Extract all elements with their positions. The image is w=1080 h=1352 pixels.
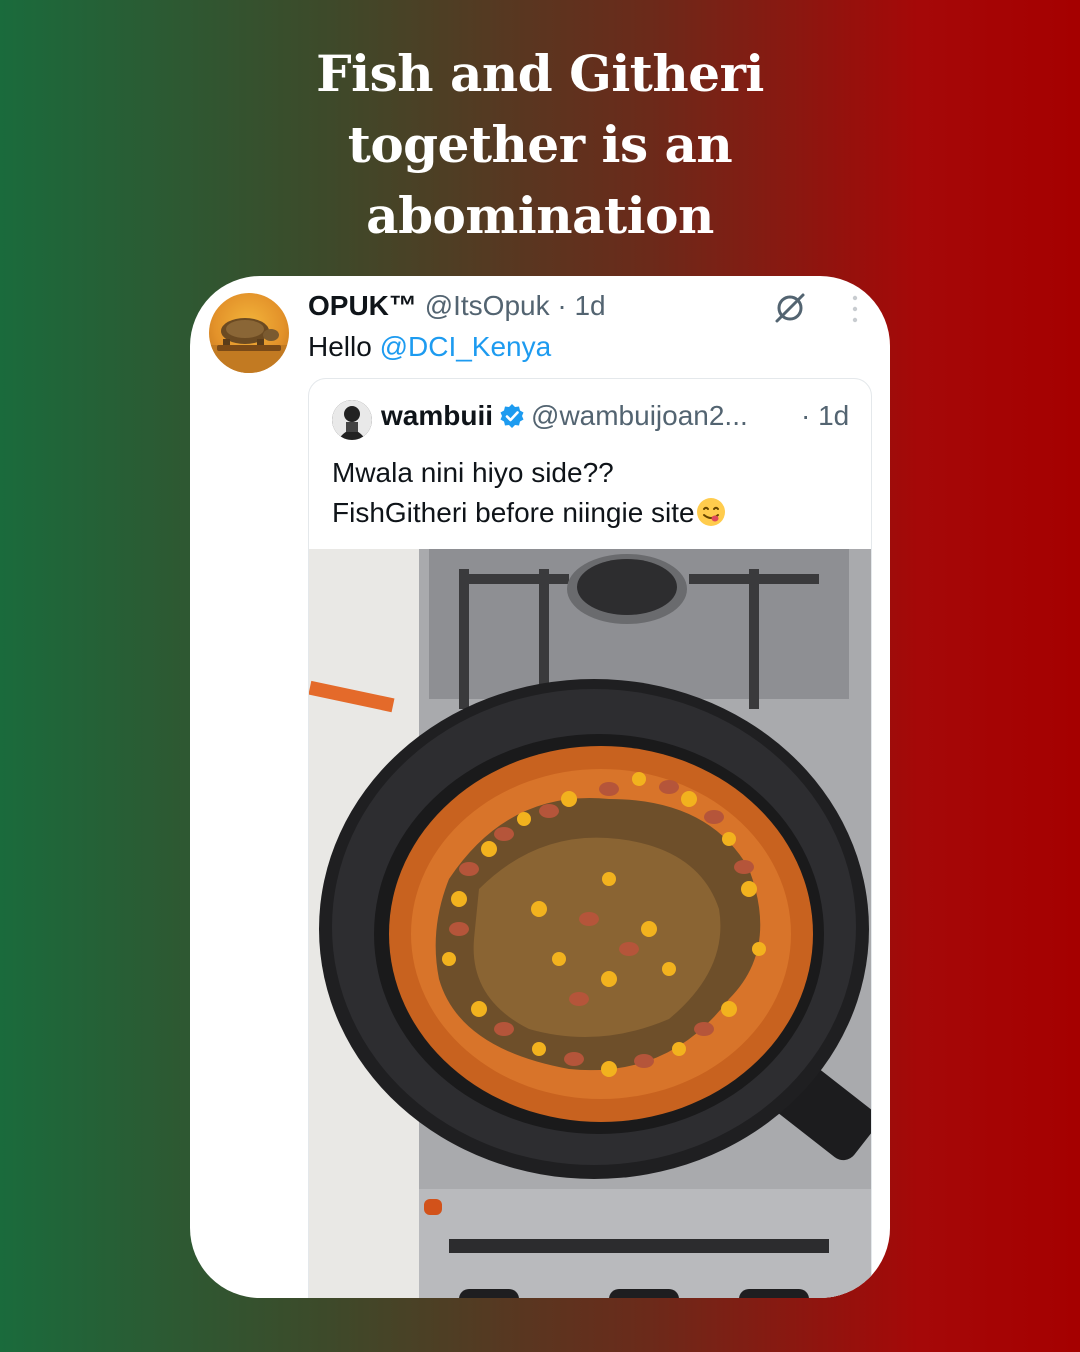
quoted-author-name[interactable]: wambuii	[381, 400, 493, 431]
headline-line-3: abomination	[366, 186, 714, 245]
verified-badge-icon	[500, 404, 524, 428]
headline-line-2: together is an	[347, 115, 733, 174]
quoted-tweet-text: Mwala nini hiyo side?? FishGitheri befor…	[332, 453, 727, 533]
author-avatar[interactable]	[209, 293, 289, 373]
tortoise-avatar-image	[209, 318, 289, 373]
headline: Fish and Githeri together is an abominat…	[0, 38, 1080, 251]
more-icon[interactable]	[850, 294, 860, 324]
tweet-text-prefix: Hello	[308, 331, 380, 362]
tweet-card[interactable]: OPUK™ @ItsOpuk · 1d Hello @DCI_Kenya wam…	[190, 276, 890, 1298]
quoted-text-line-1: Mwala nini hiyo side??	[332, 457, 614, 488]
tweet-photo[interactable]	[309, 549, 871, 1298]
quoted-tweet[interactable]: wambuii @wambuijoan2... · 1d Mwala nini …	[308, 378, 872, 1298]
mention-link[interactable]: @DCI_Kenya	[380, 331, 552, 362]
quoted-author-handle[interactable]: @wambuijoan2...	[531, 400, 748, 431]
quoted-text-line-2-wrap: FishGitheri before niingie site	[332, 493, 727, 533]
quoted-text-line-2: FishGitheri before niingie site	[332, 497, 695, 528]
fish-githeri-pan-photo	[309, 549, 871, 1298]
quoted-tweet-time[interactable]: · 1d	[801, 400, 849, 432]
headline-line-1: Fish and Githeri	[316, 44, 764, 103]
author-handle[interactable]: @ItsOpuk	[425, 290, 550, 321]
tweet-time[interactable]: · 1d	[557, 290, 605, 321]
tweet-header: OPUK™ @ItsOpuk · 1d	[308, 290, 606, 322]
quoted-header: wambuii @wambuijoan2...	[381, 400, 748, 432]
grok-icon[interactable]	[772, 290, 808, 326]
yum-face-emoji-icon	[696, 498, 725, 526]
tweet-text: Hello @DCI_Kenya	[308, 331, 551, 363]
person-avatar-image	[332, 400, 372, 440]
author-name[interactable]: OPUK™	[308, 290, 417, 321]
quoted-author-avatar[interactable]	[332, 400, 372, 440]
